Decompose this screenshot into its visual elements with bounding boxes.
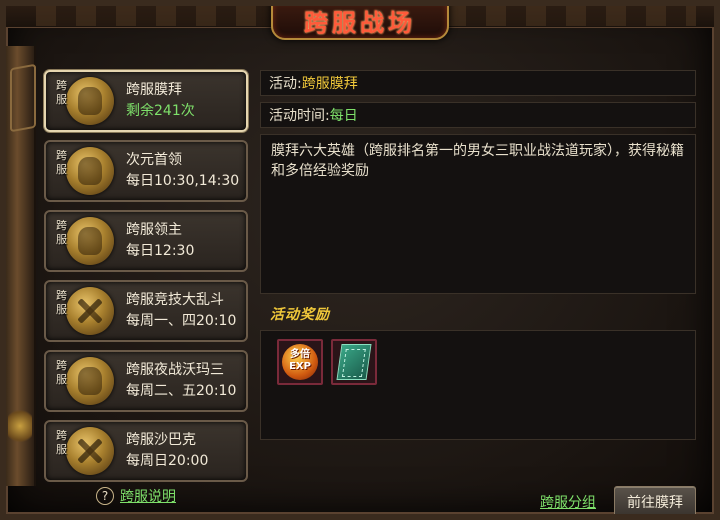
cross-server-tag: 跨服 — [56, 219, 67, 246]
event-name: 次元首领 — [126, 152, 182, 168]
event-schedule: 每周一、四20:10 — [126, 313, 237, 329]
activity-row: 活动: 跨服膜拜 — [260, 70, 696, 96]
time-row: 活动时间: 每日 — [260, 102, 696, 128]
reward-slot-book[interactable] — [331, 339, 377, 385]
event-name: 跨服领主 — [126, 222, 182, 238]
golden-warrior-icon — [66, 77, 114, 125]
cross-server-tag: 跨服 — [56, 289, 67, 316]
activity-value: 跨服膜拜 — [301, 76, 358, 92]
event-schedule: 每日12:30 — [126, 243, 195, 259]
event-name: 跨服膜拜 — [126, 82, 182, 98]
cross-server-tag: 跨服 — [56, 149, 67, 176]
go-worship-button[interactable]: 前往膜拜 — [614, 486, 696, 514]
dragon-boss-icon — [66, 147, 114, 195]
multi-exp-icon: 多倍 EXP — [282, 344, 318, 380]
event-item-worship[interactable]: 跨服 跨服膜拜 剩余241次 — [44, 70, 248, 132]
event-item-night-woma[interactable]: 跨服 跨服夜战沃玛三 每周二、五20:10 — [44, 350, 248, 412]
top-decoration-left — [36, 6, 286, 26]
time-label: 活动时间: — [269, 108, 330, 124]
event-item-lord[interactable]: 跨服 跨服领主 每日12:30 — [44, 210, 248, 272]
cross-server-tag: 跨服 — [56, 359, 67, 386]
event-icon-box: 跨服 — [52, 213, 118, 269]
event-name: 跨服竞技大乱斗 — [126, 292, 224, 308]
demon-beast-icon — [66, 357, 114, 405]
help-link-group[interactable]: ? 跨服说明 — [96, 486, 176, 506]
event-schedule: 每周日20:00 — [126, 453, 209, 469]
bull-lord-icon — [66, 217, 114, 265]
event-icon-box: 跨服 — [52, 143, 118, 199]
activity-label: 活动: — [269, 76, 302, 92]
exp-text-bottom: EXP — [289, 361, 311, 372]
event-icon-box: 跨服 — [52, 353, 118, 409]
game-window: 跨服战场 跨服 跨服膜拜 剩余241次 跨服 次元首领 每日10:30,14:3… — [0, 0, 720, 520]
group-link[interactable]: 跨服分组 — [540, 492, 596, 512]
event-schedule: 每周二、五20:10 — [126, 383, 237, 399]
crossed-swords-icon — [66, 287, 114, 335]
event-item-arena-brawl[interactable]: 跨服 跨服竞技大乱斗 每周一、四20:10 — [44, 280, 248, 342]
event-icon-box: 跨服 — [52, 423, 118, 479]
event-remaining: 剩余241次 — [126, 103, 195, 119]
title-plate: 跨服战场 — [271, 6, 449, 40]
reward-slot-exp[interactable]: 多倍 EXP — [277, 339, 323, 385]
cross-server-tag: 跨服 — [56, 429, 67, 456]
event-name: 跨服沙巴克 — [126, 432, 196, 448]
event-item-dimension-boss[interactable]: 跨服 次元首领 每日10:30,14:30 — [44, 140, 248, 202]
crossed-swords-icon — [66, 427, 114, 475]
skill-book-icon — [336, 344, 372, 380]
action-bar: 跨服分组 前往膜拜 — [540, 486, 696, 514]
event-name: 跨服夜战沃玛三 — [126, 362, 224, 378]
event-icon-box: 跨服 — [52, 73, 118, 129]
left-ornament — [6, 46, 36, 486]
event-list: 跨服 跨服膜拜 剩余241次 跨服 次元首领 每日10:30,14:30 跨服 — [44, 70, 248, 490]
top-decoration-right — [446, 6, 696, 26]
window-title: 跨服战场 — [304, 7, 416, 37]
help-link[interactable]: 跨服说明 — [120, 486, 176, 506]
event-icon-box: 跨服 — [52, 283, 118, 339]
event-item-sabak[interactable]: 跨服 跨服沙巴克 每周日20:00 — [44, 420, 248, 482]
question-icon[interactable]: ? — [96, 487, 114, 505]
exp-text-top: 多倍 — [290, 349, 310, 360]
activity-description: 膜拜六大英雄（跨服排名第一的男女三职业战法道玩家），获得秘籍和多倍经验奖励 — [260, 134, 696, 294]
event-schedule: 每日10:30,14:30 — [126, 173, 240, 189]
time-value: 每日 — [329, 108, 358, 124]
cross-server-tag: 跨服 — [56, 79, 67, 106]
detail-panel: 活动: 跨服膜拜 活动时间: 每日 膜拜六大英雄（跨服排名第一的男女三职业战法道… — [260, 70, 696, 514]
reward-title: 活动奖励 — [270, 307, 330, 323]
reward-box: 多倍 EXP — [260, 330, 696, 440]
